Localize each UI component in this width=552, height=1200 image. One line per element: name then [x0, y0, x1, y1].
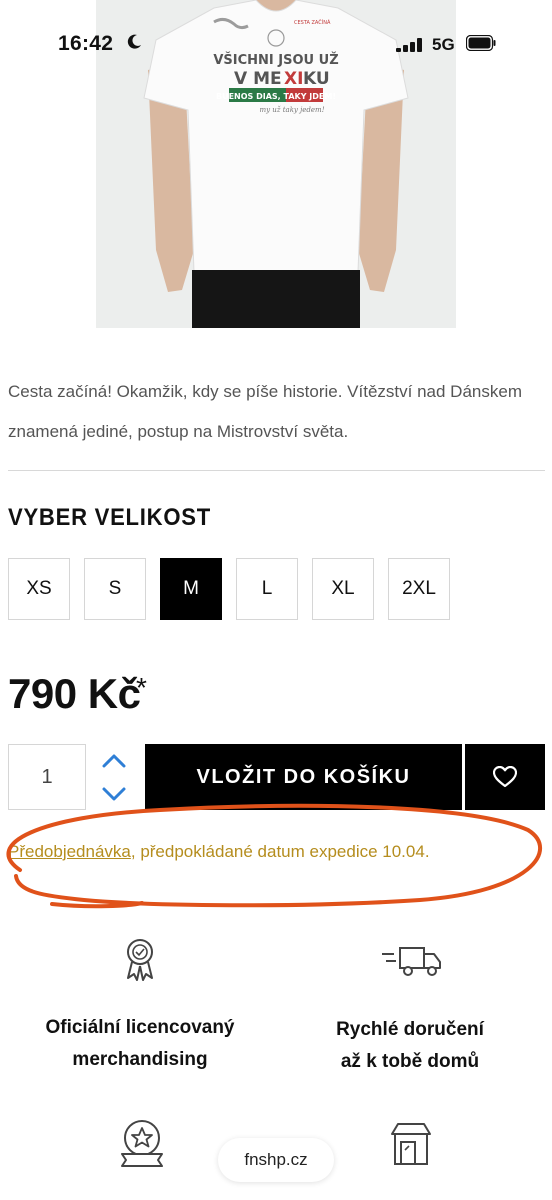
feature-fast-delivery: Rychlé doručení až k tobě domů	[290, 1014, 530, 1078]
size-option-xs[interactable]: XS	[8, 558, 70, 620]
store-icon	[391, 1123, 431, 1165]
status-time: 16:42	[58, 32, 114, 55]
shirt-print-line3: BUENOS DIAS, TAKY JDEM!	[216, 92, 336, 101]
size-option-xl[interactable]: XL	[312, 558, 374, 620]
size-heading: VYBER VELIKOST	[8, 504, 211, 531]
network-type: 5G	[432, 35, 455, 54]
price-footnote-marker: *	[136, 672, 147, 703]
heart-icon	[493, 766, 517, 788]
delivery-truck-icon	[382, 947, 441, 976]
quantity-increase-icon[interactable]	[100, 750, 128, 772]
size-option-2xl[interactable]: 2XL	[388, 558, 450, 620]
feature-official-merch: Oficiální licencovaný merchandising	[20, 1012, 260, 1076]
cellular-signal-icon	[396, 38, 422, 52]
size-selector: XS S M L XL 2XL	[8, 558, 450, 620]
feature-official-merch-line1: Oficiální licencovaný	[45, 1017, 235, 1038]
product-description: Cesta začíná! Okamžik, kdy se píše histo…	[8, 382, 522, 441]
size-option-l[interactable]: L	[236, 558, 298, 620]
do-not-disturb-moon-icon	[127, 34, 141, 49]
product-price: 790 Kč	[8, 670, 141, 717]
feature-fast-delivery-line1: Rychlé doručení	[336, 1019, 484, 1040]
feature-fast-delivery-line2: až k tobě domů	[340, 1051, 480, 1072]
status-bar: 16:42 5G	[0, 0, 552, 90]
star-badge-icon	[121, 1120, 163, 1167]
size-option-s[interactable]: S	[84, 558, 146, 620]
annotation-circle	[6, 803, 543, 909]
award-badge-icon	[127, 939, 153, 981]
divider	[8, 470, 545, 471]
browser-address-bar[interactable]: fnshp.cz	[218, 1138, 334, 1182]
feature-official-merch-line2: merchandising	[72, 1049, 208, 1070]
battery-icon	[466, 35, 496, 51]
shirt-print-line4: my už taky jedem!	[259, 106, 324, 114]
size-option-m[interactable]: M	[160, 558, 222, 620]
